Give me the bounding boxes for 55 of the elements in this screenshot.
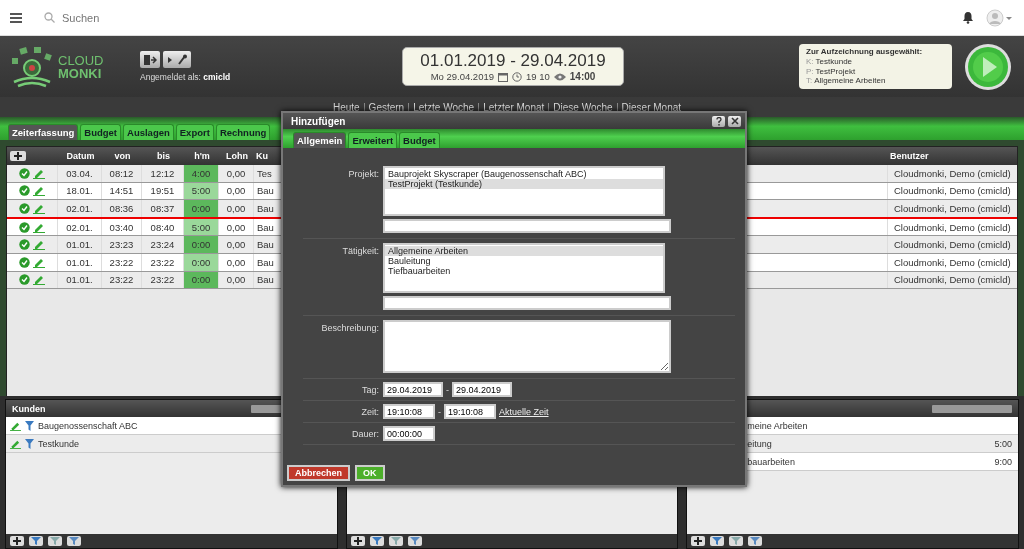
table-cell: 0:00	[183, 236, 218, 253]
table-cell: 0,00	[218, 271, 253, 289]
table-cell: Cloudmonki, Demo (cmicld)	[887, 253, 1017, 271]
table-cell: 18.01.	[57, 182, 101, 200]
current-time: 19 10	[526, 71, 550, 82]
table-cell: Cloudmonki, Demo (cmicld)	[887, 218, 1017, 236]
selection-value: TestProjekt	[815, 66, 856, 76]
table-cell: Cloudmonki, Demo (cmicld)	[887, 271, 1017, 289]
table-cell: 4:00	[183, 165, 218, 182]
table-cell: 08:36	[101, 200, 141, 217]
table-cell: 01.01.	[57, 236, 101, 253]
table-cell: 08:12	[101, 165, 141, 182]
table-cell: 0:00	[183, 200, 218, 217]
selection-value: Testkunde	[815, 56, 853, 66]
table-cell: 0,00	[218, 253, 253, 271]
table-cell: 0,00	[218, 236, 253, 253]
table-cell: 02.01.	[57, 218, 101, 236]
total-time: 14:00	[569, 71, 596, 82]
logo-text: MONKI	[58, 66, 103, 80]
table-cell: 14:51	[101, 182, 141, 200]
selection-prefix: K:	[806, 56, 814, 66]
table-cell: Cloudmonki, Demo (cmicld)	[887, 200, 1017, 217]
field-label: Zeit:	[360, 406, 379, 419]
current-date: Mo 29.04.2019	[430, 71, 494, 82]
table-cell: 23:22	[101, 271, 141, 289]
dialog-title: Hinzufügen	[291, 115, 346, 127]
selection-prefix: P:	[806, 66, 814, 76]
table-cell: 0,00	[218, 218, 253, 236]
activity-time: 9:00	[994, 456, 1012, 467]
field-label: Tag:	[361, 384, 379, 397]
table-cell: 02.01.	[57, 200, 101, 217]
logo-text: CLOUD	[58, 53, 104, 67]
activity-time: 5:00	[994, 438, 1012, 449]
table-cell: 03:40	[101, 218, 141, 236]
field-label: Projekt:	[347, 168, 379, 181]
table-cell: Cloudmonki, Demo (cmicld)	[887, 165, 1017, 182]
table-cell: Cloudmonki, Demo (cmicld)	[887, 236, 1017, 253]
table-cell: 01.01.	[57, 271, 101, 289]
field-label: Dauer:	[351, 428, 379, 441]
selection-title: Zur Aufzeichnung ausgewählt:	[806, 47, 924, 57]
selection-value: Allgemeine Arbeiten	[814, 76, 886, 86]
table-cell: 0,00	[218, 165, 253, 182]
table-cell: 0,00	[218, 182, 253, 200]
table-cell: 23:22	[101, 253, 141, 271]
table-cell: 03.04.	[57, 165, 101, 182]
panel-title: Kunden	[12, 403, 46, 414]
range-separator: -	[438, 406, 441, 417]
range-separator: -	[446, 384, 449, 395]
field-label: Beschreibung:	[320, 322, 379, 335]
table-cell: 01.01.	[57, 253, 101, 271]
selection-prefix: T:	[806, 76, 813, 86]
login-info: Angemeldet als: cmicld	[140, 72, 232, 82]
table-cell: 0,00	[218, 200, 253, 217]
table-cell: 23:23	[101, 236, 141, 253]
table-cell: Cloudmonki, Demo (cmicld)	[887, 182, 1017, 200]
